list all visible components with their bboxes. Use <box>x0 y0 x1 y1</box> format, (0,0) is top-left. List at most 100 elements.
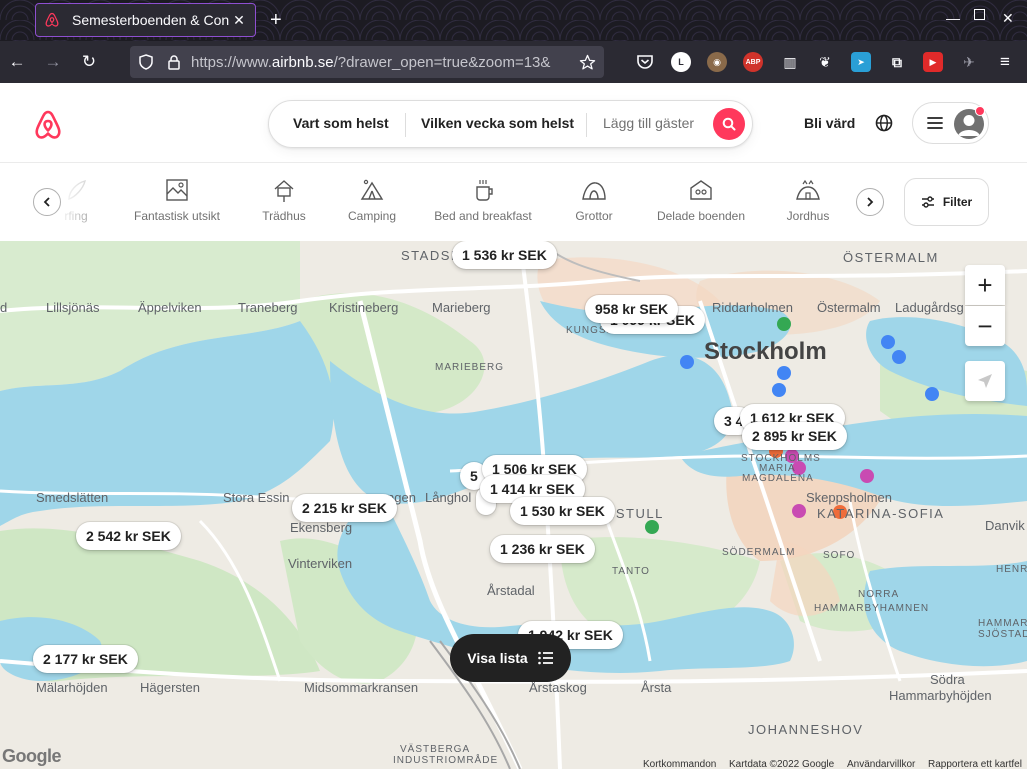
locate-button[interactable] <box>965 361 1005 401</box>
report-map-error-link[interactable]: Rapportera ett kartfel <box>928 759 1022 769</box>
category-amazing-views[interactable]: Fantastisk utsikt <box>128 177 226 227</box>
search-bar[interactable]: Vart som helst Vilken vecka som helst Lä… <box>268 100 753 148</box>
map-label: Marieberg <box>432 300 491 315</box>
back-icon[interactable]: ← <box>6 51 28 73</box>
camping-icon <box>360 179 384 200</box>
extension-rocket-icon[interactable]: ✈ <box>959 52 979 72</box>
treehouse-icon <box>274 180 294 202</box>
search-divider <box>405 113 406 137</box>
cave-icon <box>582 182 606 200</box>
category-label: Grottor <box>575 209 613 223</box>
map-label: SJÖSTAD <box>978 629 1027 640</box>
chevron-right-icon <box>867 197 874 207</box>
search-week[interactable]: Vilken vecka som helst <box>421 115 574 131</box>
category-shared-homes[interactable]: Delade boenden <box>652 177 750 227</box>
map-label: d <box>0 300 8 315</box>
map-label: Kristineberg <box>329 300 399 315</box>
search-guests[interactable]: Lägg till gäster <box>603 115 694 131</box>
map-label: Smedslätten <box>36 490 109 505</box>
scroll-right-button[interactable] <box>856 188 884 216</box>
globe-icon[interactable] <box>874 113 894 133</box>
category-bar: rfing Fantastisk utsikt Trädhus Camping … <box>0 163 1027 241</box>
search-button[interactable] <box>713 108 745 140</box>
pocket-icon[interactable] <box>636 53 654 71</box>
map-label: VÄSTBERGA <box>400 744 471 755</box>
tab-title: Semesterboenden & Con <box>72 12 230 28</box>
map-label: Mälarhöjden <box>36 680 108 695</box>
search-icon <box>722 117 736 131</box>
map-label: MAGDALENA <box>742 473 814 484</box>
map-label: JOHANNESHOV <box>748 722 864 737</box>
map-label: HAMMARBYHAMNEN <box>814 603 930 614</box>
url-text: https://www.airbnb.se/?drawer_open=true&… <box>191 54 551 71</box>
map-label: SOFO <box>823 550 856 561</box>
map-label: INDUSTRIOMRÅDE <box>393 755 499 766</box>
adblock-plus-icon[interactable]: ABP <box>743 52 763 72</box>
show-list-button[interactable]: Visa lista <box>450 634 571 682</box>
map-label-stockholm: Stockholm <box>704 338 827 365</box>
active-tab[interactable]: Semesterboenden & Con ✕ <box>35 3 256 37</box>
shield-icon[interactable] <box>138 54 154 70</box>
map-data-attribution: Kartdata ©2022 Google <box>729 759 835 769</box>
close-tab-icon[interactable]: ✕ <box>231 12 247 29</box>
extension-l-icon[interactable]: L <box>671 52 691 72</box>
map-label: Årstaskog <box>529 680 587 695</box>
chevron-left-icon <box>43 197 50 207</box>
airbnb-logo-icon[interactable] <box>32 108 64 142</box>
map-label: Hägersten <box>140 680 200 695</box>
category-caves[interactable]: Grottor <box>570 177 618 227</box>
map-label: Årstadal <box>487 583 535 598</box>
category-earth-homes[interactable]: Jordhus <box>782 177 834 227</box>
zoom-in-button[interactable]: + <box>965 265 1005 305</box>
price-pin[interactable]: 2 895 kr SEK <box>742 422 847 450</box>
extension-youtube-icon[interactable]: ▶ <box>923 52 943 72</box>
browser-tab-bar: Semesterboenden & Con ✕ + — ✕ <box>0 0 1027 41</box>
price-pin[interactable]: 1 530 kr SEK <box>510 497 615 525</box>
maximize-window-icon[interactable] <box>974 9 985 20</box>
price-pin[interactable]: 2 177 kr SEK <box>33 645 138 673</box>
notification-dot <box>975 106 985 116</box>
extension-owl-icon[interactable]: ◉ <box>707 52 727 72</box>
map-label: HENR <box>996 564 1027 575</box>
price-pin[interactable]: 958 kr SEK <box>585 295 679 323</box>
extension-grid-icon[interactable]: ▥ <box>780 52 800 72</box>
keyboard-shortcuts-link[interactable]: Kortkommandon <box>643 759 716 769</box>
scroll-left-button[interactable] <box>33 188 61 216</box>
close-window-icon[interactable]: ✕ <box>1002 10 1014 27</box>
minimize-window-icon[interactable]: — <box>946 10 960 26</box>
filter-sliders-icon <box>921 196 934 208</box>
airbnb-favicon-icon <box>45 12 59 27</box>
search-location[interactable]: Vart som helst <box>293 115 389 131</box>
reload-icon[interactable]: ↻ <box>78 51 100 73</box>
user-menu-button[interactable] <box>912 102 989 144</box>
app-menu-icon[interactable]: ≡ <box>994 51 1016 73</box>
become-host-link[interactable]: Bli värd <box>804 115 855 131</box>
category-label: Delade boenden <box>656 209 746 223</box>
price-pin[interactable]: 1 236 kr SEK <box>490 535 595 563</box>
search-divider <box>586 113 587 137</box>
terms-link[interactable]: Användarvillkor <box>847 759 915 769</box>
lock-icon[interactable] <box>166 54 182 70</box>
new-tab-icon[interactable]: + <box>270 10 282 30</box>
category-label: Camping <box>347 209 397 223</box>
navigation-arrow-icon <box>978 374 992 388</box>
map-label: KATARINA-SOFIA <box>817 506 945 521</box>
extension-paw-icon[interactable]: ❦ <box>815 52 835 72</box>
category-treehouses[interactable]: Trädhus <box>258 177 310 227</box>
extension-telegram-icon[interactable]: ➤ <box>851 52 871 72</box>
map[interactable]: STADSH ÖSTERMALM Lillsjönäs Äppelviken T… <box>0 241 1027 769</box>
url-bar[interactable]: https://www.airbnb.se/?drawer_open=true&… <box>130 46 604 78</box>
map-label: HAMMARBY <box>978 618 1027 629</box>
price-pin[interactable]: 2 542 kr SEK <box>76 522 181 550</box>
zoom-out-button[interactable]: − <box>965 306 1005 346</box>
price-pin[interactable]: 2 215 kr SEK <box>292 494 397 522</box>
price-pin[interactable]: 1 536 kr SEK <box>452 241 557 269</box>
bookmark-star-icon[interactable] <box>579 54 596 71</box>
category-camping[interactable]: Camping <box>343 177 401 227</box>
extension-screenshot-icon[interactable]: ⧉ <box>887 52 907 72</box>
filter-button[interactable]: Filter <box>904 178 989 226</box>
category-bed-and-breakfast[interactable]: Bed and breakfast <box>430 177 536 227</box>
forward-icon[interactable]: → <box>42 51 64 73</box>
list-icon <box>537 651 553 665</box>
map-label: TANTO <box>612 566 650 577</box>
